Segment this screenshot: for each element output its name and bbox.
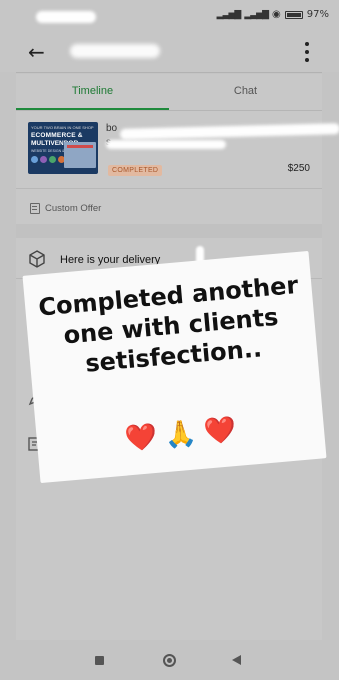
status-badge: COMPLETED [108,165,163,176]
tab-bar: Timeline Chat [16,74,322,110]
order-subtitle-redacted [106,140,226,149]
order-title-redacted [119,123,339,140]
document-icon [30,203,40,214]
status-icons: ▂▃▅▇ ▂▃▅▇ ◉ 97% [217,9,329,20]
battery-icon [284,10,303,19]
custom-offer-label: Custom Offer [45,203,102,214]
more-vertical-icon[interactable] [303,42,311,62]
divider [16,72,322,73]
thumbnail-top-text: YOUR TWO BRAIN IN ONE SHOP [31,125,94,130]
tab-timeline[interactable]: Timeline [16,74,169,110]
phone-screen: ▂▃▅▇ ▂▃▅▇ ◉ 97% ← Timeline Chat YOUR TWO… [0,0,339,680]
order-title[interactable]: bo [106,123,117,134]
order-price: $250 [287,163,310,174]
order-thumbnail[interactable]: YOUR TWO BRAIN IN ONE SHOP ECOMMERCE & M… [28,122,98,174]
tab-chat[interactable]: Chat [169,74,322,110]
thumbnail-line1: ECOMMERCE & [31,132,83,139]
signal-icon-2: ▂▃▅▇ [244,9,269,20]
divider [16,110,322,111]
package-icon [29,250,45,268]
thumbnail-screens [64,142,96,168]
status-time-redacted [36,11,96,23]
back-triangle-icon[interactable] [232,655,241,665]
system-nav-bar [0,640,339,680]
caption-emoji: ❤️ 🙏 ❤️ [36,406,325,461]
title-redacted [70,44,160,58]
signal-icon: ▂▃▅▇ [216,9,242,20]
recent-apps-icon[interactable] [95,656,104,665]
thumbnail-logos [31,156,65,163]
caption-text: Completed another one with clients setis… [37,270,300,378]
heart-icon: ❤️ [123,420,159,454]
heart-icon: ❤️ [202,413,238,447]
caption-note: Completed another one with clients setis… [22,250,327,484]
app-bar: ← [0,34,339,72]
divider [16,188,322,189]
arrow-left-icon[interactable]: ← [28,42,50,62]
home-icon[interactable] [163,654,176,667]
status-bar: ▂▃▅▇ ▂▃▅▇ ◉ 97% [0,0,339,34]
battery-percent: 97% [306,9,329,20]
praying-hands-icon: 🙏 [162,417,198,451]
wifi-icon: ◉ [272,9,281,20]
section-gap [16,224,322,238]
